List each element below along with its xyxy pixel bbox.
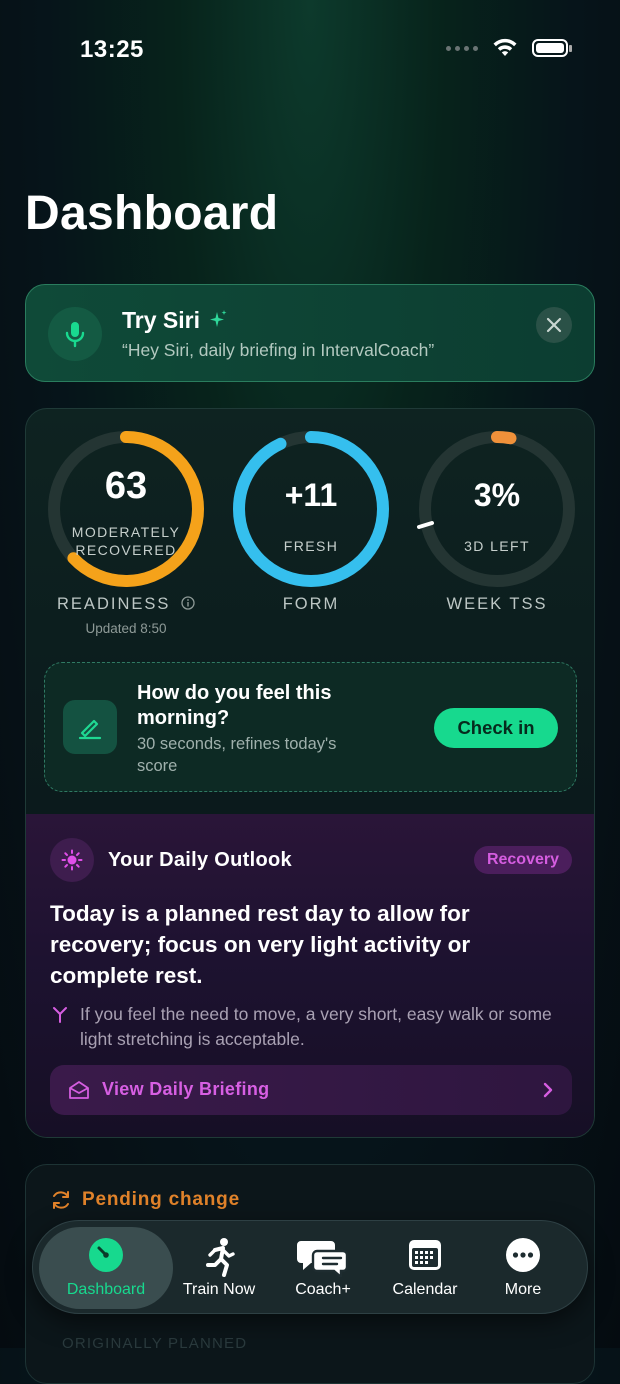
week-tss-status: 3D LEFT xyxy=(464,538,530,554)
daily-outlook-note: If you feel the need to move, a very sho… xyxy=(80,1004,552,1049)
tab-more[interactable]: More xyxy=(477,1221,569,1315)
gauge-icon xyxy=(88,1237,124,1278)
readiness-status-line2: RECOVERED xyxy=(75,542,177,558)
chat-bubbles-icon xyxy=(297,1237,349,1282)
view-daily-briefing-label: View Daily Briefing xyxy=(102,1079,270,1099)
siri-suggestion-card[interactable]: Try Siri “Hey Siri, daily briefing in In… xyxy=(25,284,595,382)
checkin-subtitle: 30 seconds, refines today's score xyxy=(137,735,337,775)
daily-outlook-section: Your Daily Outlook Recovery Today is a p… xyxy=(26,814,594,1137)
tab-more-label: More xyxy=(504,1281,542,1298)
microphone-icon xyxy=(48,307,102,361)
view-daily-briefing-button[interactable]: View Daily Briefing xyxy=(50,1065,572,1115)
wifi-icon xyxy=(493,38,517,56)
sun-icon xyxy=(50,838,94,882)
tab-train-now[interactable]: Train Now xyxy=(171,1221,267,1315)
siri-subtitle: “Hey Siri, daily briefing in IntervalCoa… xyxy=(122,340,435,360)
form-label: FORM xyxy=(282,595,340,613)
close-icon xyxy=(546,317,562,333)
checkin-title: How do you feel this morning? xyxy=(137,682,332,729)
page-title: Dashboard xyxy=(25,187,279,240)
week-tss-value: 3% xyxy=(473,477,521,513)
info-icon[interactable] xyxy=(181,596,195,610)
week-tss-ring[interactable]: 3% 3D LEFT xyxy=(415,427,579,591)
sparkle-icon xyxy=(210,310,227,327)
readiness-label: READINESS xyxy=(44,595,208,614)
branch-icon xyxy=(53,1007,67,1023)
tab-coach-plus[interactable]: Coach+ xyxy=(273,1221,373,1315)
status-time: 13:25 xyxy=(80,36,144,63)
more-dots-icon xyxy=(505,1237,541,1278)
runner-icon xyxy=(202,1237,236,1282)
refresh-icon xyxy=(53,1191,69,1209)
recovery-badge: Recovery xyxy=(473,846,572,874)
tab-train-now-label: Train Now xyxy=(182,1281,256,1298)
envelope-icon xyxy=(69,1081,89,1099)
tab-coach-plus-label: Coach+ xyxy=(295,1281,351,1298)
readiness-value: 63 xyxy=(104,465,148,507)
signal-icon xyxy=(446,45,478,51)
morning-checkin-card: How do you feel this morning? 30 seconds… xyxy=(44,662,577,792)
readiness-ring[interactable]: 63 MODERATELY RECOVERED xyxy=(44,427,208,591)
tab-dashboard[interactable]: Dashboard xyxy=(39,1221,173,1315)
check-in-button[interactable]: Check in xyxy=(434,708,558,748)
chevron-right-icon xyxy=(543,1082,553,1098)
readiness-status-line1: MODERATELY xyxy=(71,524,181,540)
week-tss-label: WEEK TSS xyxy=(446,595,548,613)
pencil-icon xyxy=(63,700,117,754)
pending-change-title: Pending change xyxy=(82,1189,240,1210)
daily-outlook-summary: Today is a planned rest day to allow for… xyxy=(50,901,471,988)
tab-calendar-label: Calendar xyxy=(392,1281,458,1298)
status-icons xyxy=(446,38,572,58)
tab-bar: Dashboard Train Now Coach+ Calendar More xyxy=(32,1220,588,1314)
siri-title: Try Siri xyxy=(122,307,200,333)
tab-calendar[interactable]: Calendar xyxy=(379,1221,471,1315)
form-status: FRESH xyxy=(283,538,339,554)
readiness-updated-time: Updated 8:50 xyxy=(85,621,167,636)
status-bar: 13:25 xyxy=(0,0,620,100)
originally-planned-label: ORIGINALLY PLANNED xyxy=(62,1335,248,1352)
readiness-label-text: READINESS xyxy=(57,595,171,613)
battery-icon xyxy=(532,39,572,57)
form-ring[interactable]: +11 FRESH xyxy=(229,427,393,591)
calendar-icon xyxy=(407,1237,443,1278)
metrics-card: 63 MODERATELY RECOVERED READINESS Update… xyxy=(25,408,595,1138)
form-value: +11 xyxy=(284,477,338,513)
daily-outlook-title: Your Daily Outlook xyxy=(108,849,292,871)
tab-dashboard-label: Dashboard xyxy=(66,1281,146,1298)
close-siri-button[interactable] xyxy=(536,307,572,343)
